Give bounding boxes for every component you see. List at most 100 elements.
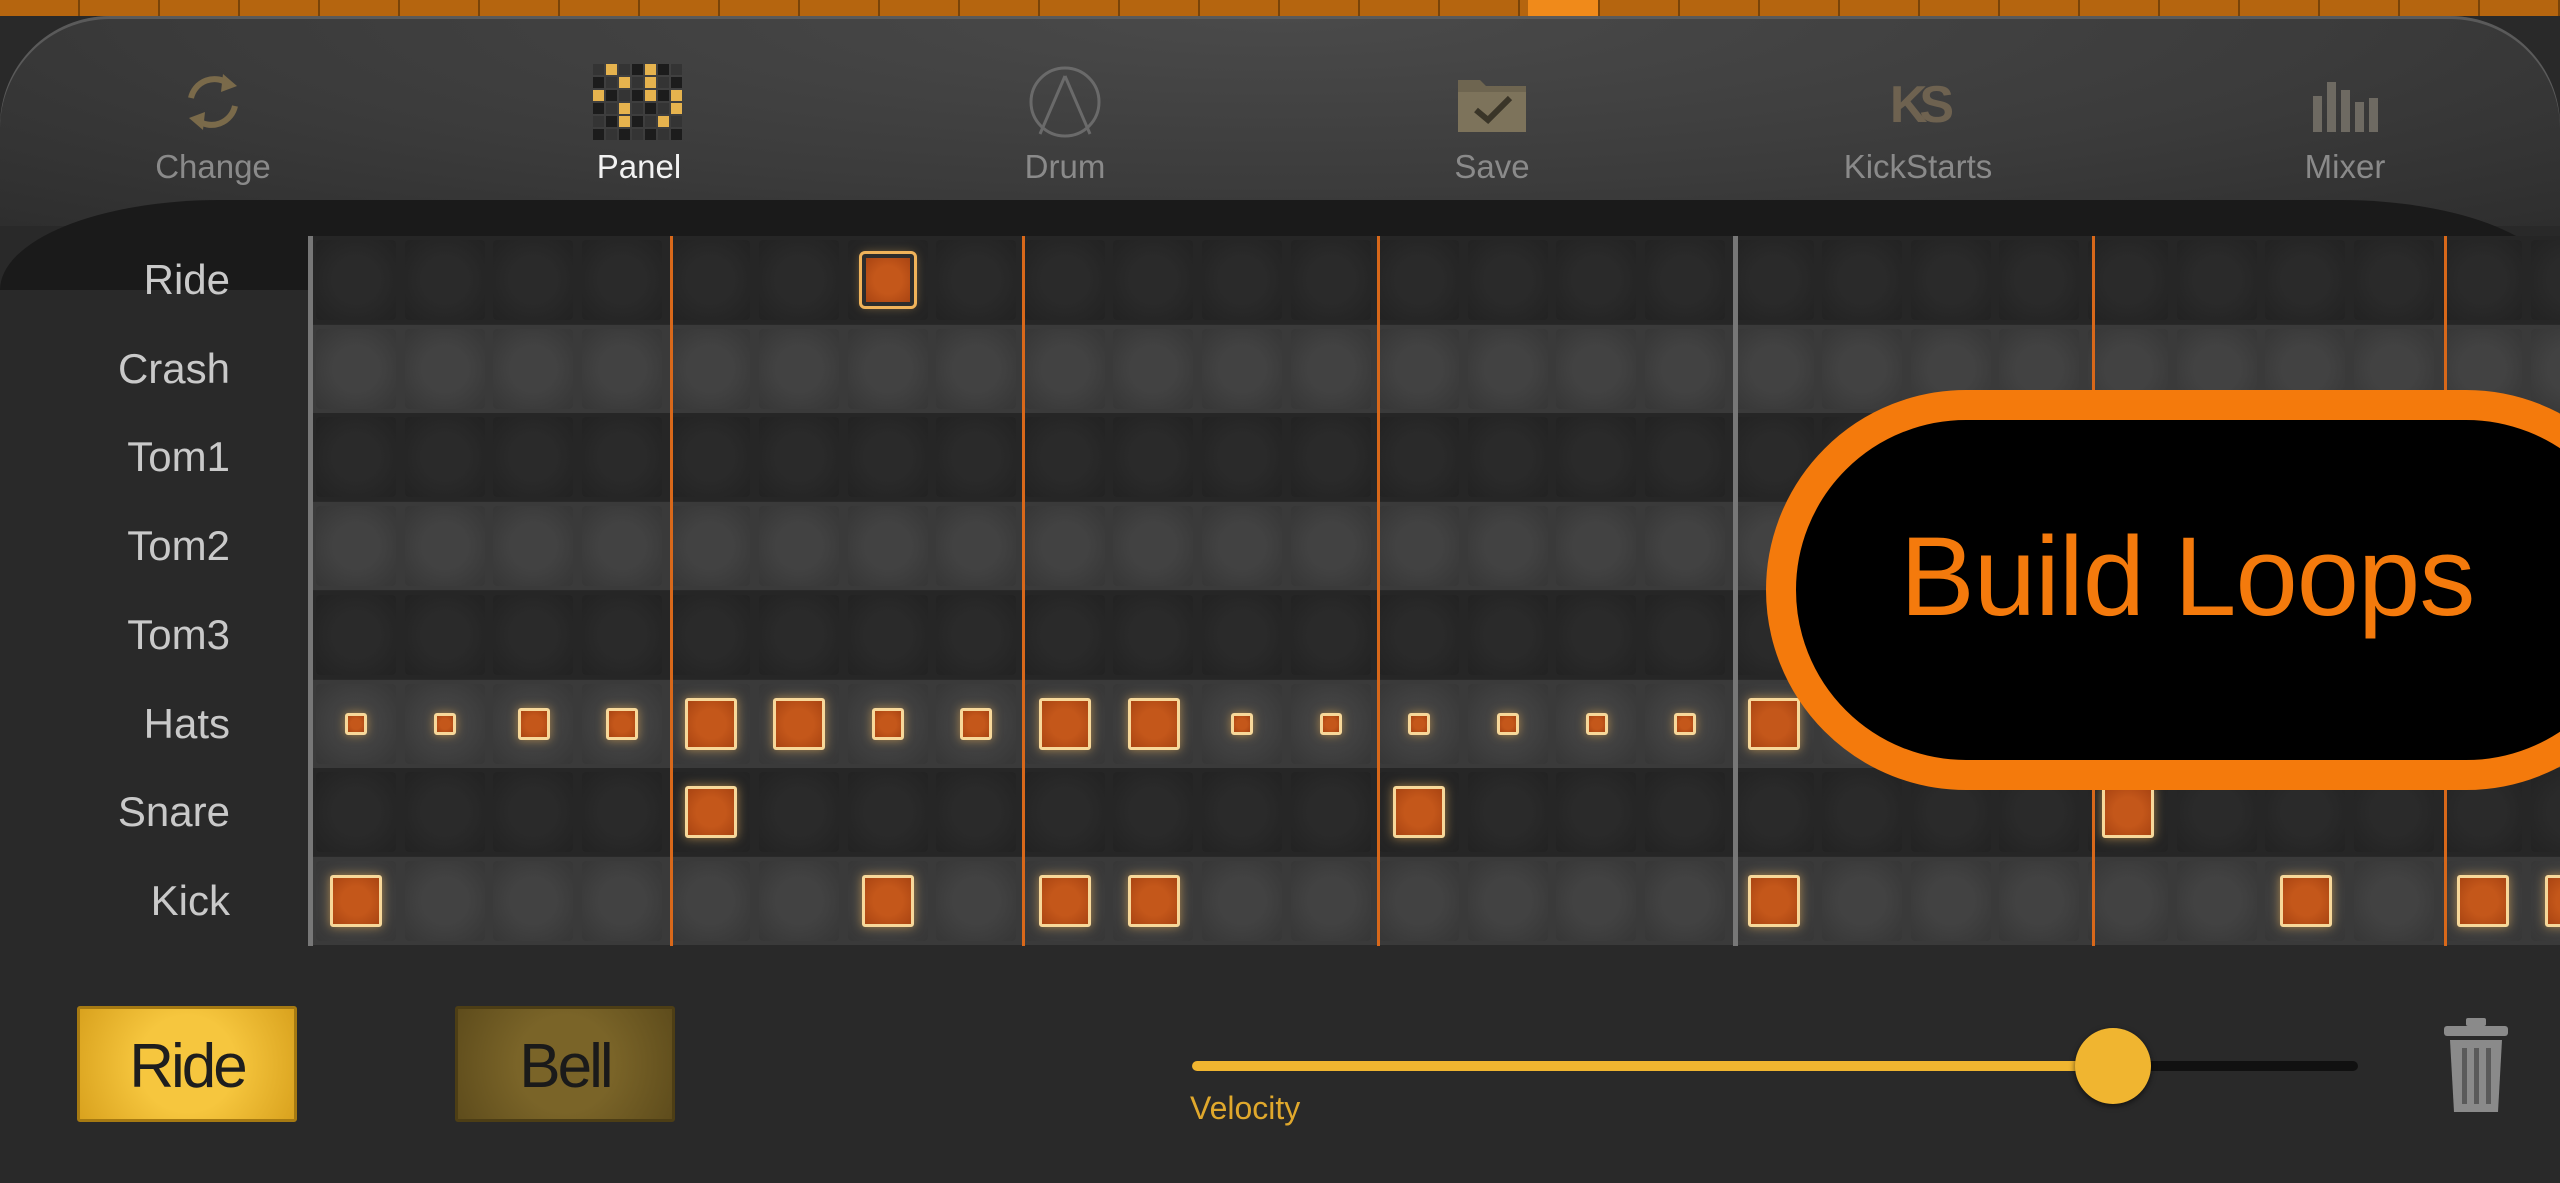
step-cell[interactable] — [1645, 240, 1725, 320]
step-cell[interactable] — [1025, 417, 1105, 497]
step-cell[interactable] — [405, 506, 485, 586]
step-cell[interactable] — [2531, 772, 2560, 852]
articulation-bell-button[interactable]: Bell — [455, 1006, 675, 1122]
step-cell[interactable] — [1645, 861, 1725, 941]
note-snare[interactable] — [2102, 786, 2154, 838]
note-kick[interactable] — [330, 875, 382, 927]
note-hats[interactable] — [518, 708, 550, 740]
step-cell[interactable] — [1291, 417, 1371, 497]
step-cell[interactable] — [759, 417, 839, 497]
step-cell[interactable] — [1291, 772, 1371, 852]
note-kick[interactable] — [2545, 875, 2560, 927]
step-cell[interactable] — [1645, 417, 1725, 497]
step-cell[interactable] — [2531, 329, 2560, 409]
step-cell[interactable] — [493, 240, 573, 320]
step-cell[interactable] — [316, 417, 396, 497]
step-cell[interactable] — [1822, 861, 1902, 941]
step-cell[interactable] — [493, 861, 573, 941]
step-cell[interactable] — [2177, 861, 2257, 941]
step-cell[interactable] — [848, 772, 928, 852]
step-cell[interactable] — [1556, 595, 1636, 675]
step-cell[interactable] — [582, 506, 662, 586]
step-cell[interactable] — [1556, 506, 1636, 586]
note-hats[interactable] — [1586, 713, 1608, 735]
step-cell[interactable] — [2354, 861, 2434, 941]
step-cell[interactable] — [582, 417, 662, 497]
step-cell[interactable] — [405, 861, 485, 941]
step-cell[interactable] — [1025, 506, 1105, 586]
step-cell[interactable] — [1911, 861, 1991, 941]
step-cell[interactable] — [1202, 417, 1282, 497]
step-cell[interactable] — [936, 329, 1016, 409]
step-cell[interactable] — [759, 329, 839, 409]
step-cell[interactable] — [2177, 240, 2257, 320]
row-label-tom2[interactable]: Tom2 — [0, 502, 230, 590]
step-cell[interactable] — [316, 595, 396, 675]
step-cell[interactable] — [670, 417, 750, 497]
step-cell[interactable] — [1911, 240, 1991, 320]
note-kick[interactable] — [2280, 875, 2332, 927]
step-cell[interactable] — [1025, 772, 1105, 852]
step-cell[interactable] — [1291, 240, 1371, 320]
step-cell[interactable] — [1822, 240, 1902, 320]
step-cell[interactable] — [316, 329, 396, 409]
step-cell[interactable] — [1468, 240, 1548, 320]
step-cell[interactable] — [1113, 595, 1193, 675]
step-cell[interactable] — [316, 772, 396, 852]
note-kick[interactable] — [862, 875, 914, 927]
step-cell[interactable] — [1291, 595, 1371, 675]
note-kick[interactable] — [1039, 875, 1091, 927]
step-cell[interactable] — [2088, 861, 2168, 941]
step-cell[interactable] — [1556, 861, 1636, 941]
step-cell[interactable] — [493, 329, 573, 409]
step-cell[interactable] — [936, 861, 1016, 941]
step-cell[interactable] — [582, 772, 662, 852]
note-snare[interactable] — [1393, 786, 1445, 838]
step-cell[interactable] — [670, 329, 750, 409]
step-cell[interactable] — [1202, 861, 1282, 941]
step-cell[interactable] — [1468, 506, 1548, 586]
step-cell[interactable] — [759, 772, 839, 852]
step-cell[interactable] — [1468, 329, 1548, 409]
step-cell[interactable] — [1291, 861, 1371, 941]
step-cell[interactable] — [1999, 861, 2079, 941]
step-cell[interactable] — [670, 595, 750, 675]
step-cell[interactable] — [1645, 595, 1725, 675]
step-cell[interactable] — [936, 595, 1016, 675]
step-cell[interactable] — [848, 329, 928, 409]
velocity-slider-track[interactable] — [1192, 1061, 2358, 1071]
step-cell[interactable] — [1379, 861, 1459, 941]
step-cell[interactable] — [493, 772, 573, 852]
step-cell[interactable] — [582, 240, 662, 320]
step-cell[interactable] — [2354, 240, 2434, 320]
step-cell[interactable] — [405, 595, 485, 675]
step-cell[interactable] — [1468, 595, 1548, 675]
step-cell[interactable] — [1556, 772, 1636, 852]
note-hats[interactable] — [434, 713, 456, 735]
step-cell[interactable] — [1999, 240, 2079, 320]
step-cell[interactable] — [1645, 329, 1725, 409]
step-cell[interactable] — [759, 240, 839, 320]
step-cell[interactable] — [670, 506, 750, 586]
step-cell[interactable] — [405, 240, 485, 320]
step-cell[interactable] — [936, 506, 1016, 586]
toolbar-drum-button[interactable]: Drum — [945, 62, 1185, 186]
row-label-tom1[interactable]: Tom1 — [0, 413, 230, 501]
step-cell[interactable] — [1734, 772, 1814, 852]
step-cell[interactable] — [1113, 772, 1193, 852]
step-cell[interactable] — [2442, 240, 2522, 320]
note-hats[interactable] — [1128, 698, 1180, 750]
step-cell[interactable] — [1202, 595, 1282, 675]
step-cell[interactable] — [405, 772, 485, 852]
step-cell[interactable] — [848, 417, 928, 497]
note-hats[interactable] — [872, 708, 904, 740]
step-cell[interactable] — [493, 506, 573, 586]
step-cell[interactable] — [582, 595, 662, 675]
step-cell[interactable] — [936, 772, 1016, 852]
note-hats[interactable] — [1039, 698, 1091, 750]
step-cell[interactable] — [1468, 772, 1548, 852]
step-cell[interactable] — [1822, 329, 1902, 409]
note-hats[interactable] — [685, 698, 737, 750]
step-cell[interactable] — [1113, 506, 1193, 586]
step-cell[interactable] — [582, 861, 662, 941]
